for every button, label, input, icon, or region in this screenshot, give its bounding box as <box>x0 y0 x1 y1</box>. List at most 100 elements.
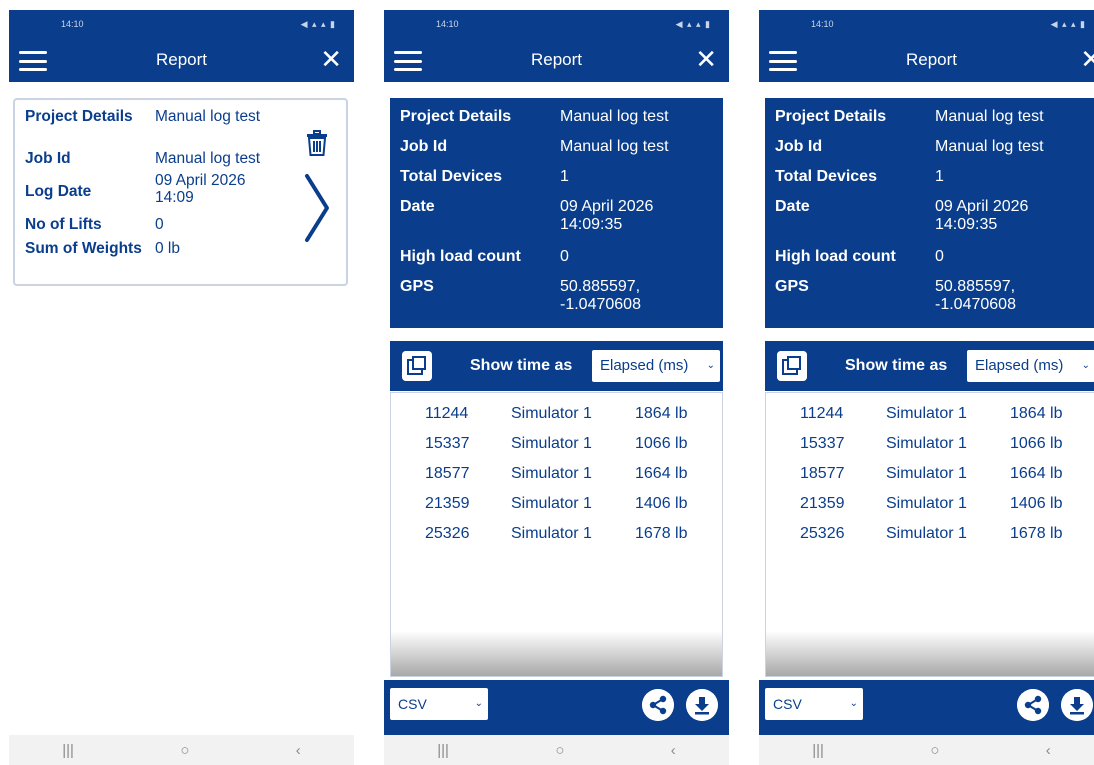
time-format-select[interactable]: Elapsed (ms) ⌄ <box>967 350 1094 382</box>
close-icon[interactable]: ✕ <box>320 46 342 72</box>
job-row: Job Id Manual log test <box>25 150 295 167</box>
reading-row: 25326 Simulator 1 1678 lb <box>766 525 1094 547</box>
project-value: Manual log test <box>935 108 1044 125</box>
back-button[interactable]: ‹ <box>296 742 301 759</box>
close-icon[interactable]: ✕ <box>1080 46 1094 72</box>
status-bar: 14:10 ◀ ▴ ▴ ▮ <box>9 10 354 38</box>
log-card[interactable]: Project Details Manual log test Job Id M… <box>13 98 348 286</box>
export-format-value: CSV <box>773 696 802 712</box>
reading-row: 21359 Simulator 1 1406 lb <box>766 495 1094 517</box>
back-button[interactable]: ‹ <box>671 742 676 759</box>
page-title: Report <box>155 50 208 69</box>
menu-icon[interactable] <box>769 51 797 71</box>
job-row: Job Id Manual log test <box>775 138 1094 156</box>
lifts-value: 0 <box>155 216 164 233</box>
readings-list[interactable]: 11244 Simulator 1 1864 lb 15337 Simulato… <box>390 392 723 677</box>
menu-icon[interactable] <box>394 51 422 71</box>
download-icon[interactable] <box>1061 689 1093 721</box>
devices-row: Total Devices 1 <box>775 168 1094 186</box>
reading-weight: 1406 lb <box>1010 495 1063 512</box>
back-button[interactable]: ‹ <box>1046 742 1051 759</box>
home-button[interactable]: ○ <box>555 742 564 759</box>
reading-row: 11244 Simulator 1 1864 lb <box>391 405 721 427</box>
export-format-select[interactable]: CSV ⌄ <box>765 688 863 720</box>
page-title: Report <box>905 50 958 69</box>
recents-button[interactable]: ||| <box>437 742 449 759</box>
export-bar: CSV ⌄ <box>384 680 729 735</box>
status-time: 14:10 <box>61 19 84 29</box>
app-bar: Report ✕ <box>759 38 1094 82</box>
share-icon[interactable] <box>642 689 674 721</box>
reading-weight: 1864 lb <box>635 405 688 422</box>
download-icon[interactable] <box>686 689 718 721</box>
project-label: Project Details <box>25 108 133 125</box>
gps-value: 50.885597, -1.0470608 <box>935 278 1016 313</box>
reading-weight: 1066 lb <box>1010 435 1063 452</box>
home-button[interactable]: ○ <box>930 742 939 759</box>
status-time: 14:10 <box>436 19 459 29</box>
reading-device: Simulator 1 <box>511 435 592 452</box>
gallery-icon[interactable] <box>777 351 807 381</box>
trash-icon[interactable] <box>306 130 328 156</box>
date-label: Date <box>775 198 810 215</box>
project-row: Project Details Manual log test <box>775 108 1094 126</box>
export-format-select[interactable]: CSV ⌄ <box>390 688 488 720</box>
log-date-label: Log Date <box>25 182 92 200</box>
gps-value: 50.885597, -1.0470608 <box>560 278 641 313</box>
show-time-label: Show time as <box>470 357 573 374</box>
devices-label: Total Devices <box>775 168 877 185</box>
gps-row: GPS 50.885597, -1.0470608 <box>400 278 720 314</box>
reading-row: 21359 Simulator 1 1406 lb <box>391 495 721 517</box>
date-row: Date 09 April 2026 14:09:35 <box>400 198 720 234</box>
reading-device: Simulator 1 <box>511 405 592 422</box>
high-load-row: High load count 0 <box>400 248 720 266</box>
reading-time: 21359 <box>800 495 845 512</box>
reading-weight: 1678 lb <box>1010 525 1063 542</box>
weights-label: Sum of Weights <box>25 240 142 257</box>
system-nav-bar: ||| ○ ‹ <box>384 735 729 765</box>
chevron-down-icon: ⌄ <box>474 698 483 709</box>
project-row: Project Details Manual log test <box>25 108 295 125</box>
close-icon[interactable]: ✕ <box>695 46 717 72</box>
show-time-label: Show time as <box>845 357 948 374</box>
menu-icon[interactable] <box>19 51 47 71</box>
report-summary-panel: Project Details Manual log test Job Id M… <box>390 98 723 328</box>
home-button[interactable]: ○ <box>180 742 189 759</box>
gps-label: GPS <box>775 278 809 295</box>
reading-weight: 1406 lb <box>635 495 688 512</box>
high-load-label: High load count <box>775 248 896 265</box>
date-label: Date <box>400 198 435 215</box>
readings-list[interactable]: 11244 Simulator 1 1864 lb 15337 Simulato… <box>765 392 1094 677</box>
job-label: Job Id <box>400 138 448 155</box>
system-nav-bar: ||| ○ ‹ <box>759 735 1094 765</box>
date-value: 09 April 2026 14:09:35 <box>935 198 1029 233</box>
time-format-value: Elapsed (ms) <box>600 357 689 374</box>
reading-time: 18577 <box>800 465 845 482</box>
devices-value: 1 <box>560 168 569 185</box>
reading-row: 15337 Simulator 1 1066 lb <box>391 435 721 457</box>
export-bar: CSV ⌄ <box>759 680 1094 735</box>
high-load-value: 0 <box>935 248 944 265</box>
page-title: Report <box>530 50 583 69</box>
phone-log-list: 14:10 ◀ ▴ ▴ ▮ Report ✕ Project Details M… <box>9 10 354 765</box>
reading-weight: 1664 lb <box>1010 465 1063 482</box>
reading-device: Simulator 1 <box>511 525 592 542</box>
system-nav-bar: ||| ○ ‹ <box>9 735 354 765</box>
chevron-right-icon[interactable] <box>302 172 332 244</box>
share-icon[interactable] <box>1017 689 1049 721</box>
reading-row: 18577 Simulator 1 1664 lb <box>766 465 1094 487</box>
devices-value: 1 <box>935 168 944 185</box>
recents-button[interactable]: ||| <box>62 742 74 759</box>
recents-button[interactable]: ||| <box>812 742 824 759</box>
job-value: Manual log test <box>155 150 261 167</box>
lifts-row: No of Lifts 0 <box>25 216 295 233</box>
time-format-select[interactable]: Elapsed (ms) ⌄ <box>592 350 720 382</box>
gps-row: GPS 50.885597, -1.0470608 <box>775 278 1094 314</box>
reading-time: 11244 <box>425 405 469 422</box>
high-load-label: High load count <box>400 248 521 265</box>
reading-time: 25326 <box>425 525 470 542</box>
high-load-row: High load count 0 <box>775 248 1094 266</box>
gallery-icon[interactable] <box>402 351 432 381</box>
job-row: Job Id Manual log test <box>400 138 720 156</box>
reading-time: 11244 <box>800 405 844 422</box>
